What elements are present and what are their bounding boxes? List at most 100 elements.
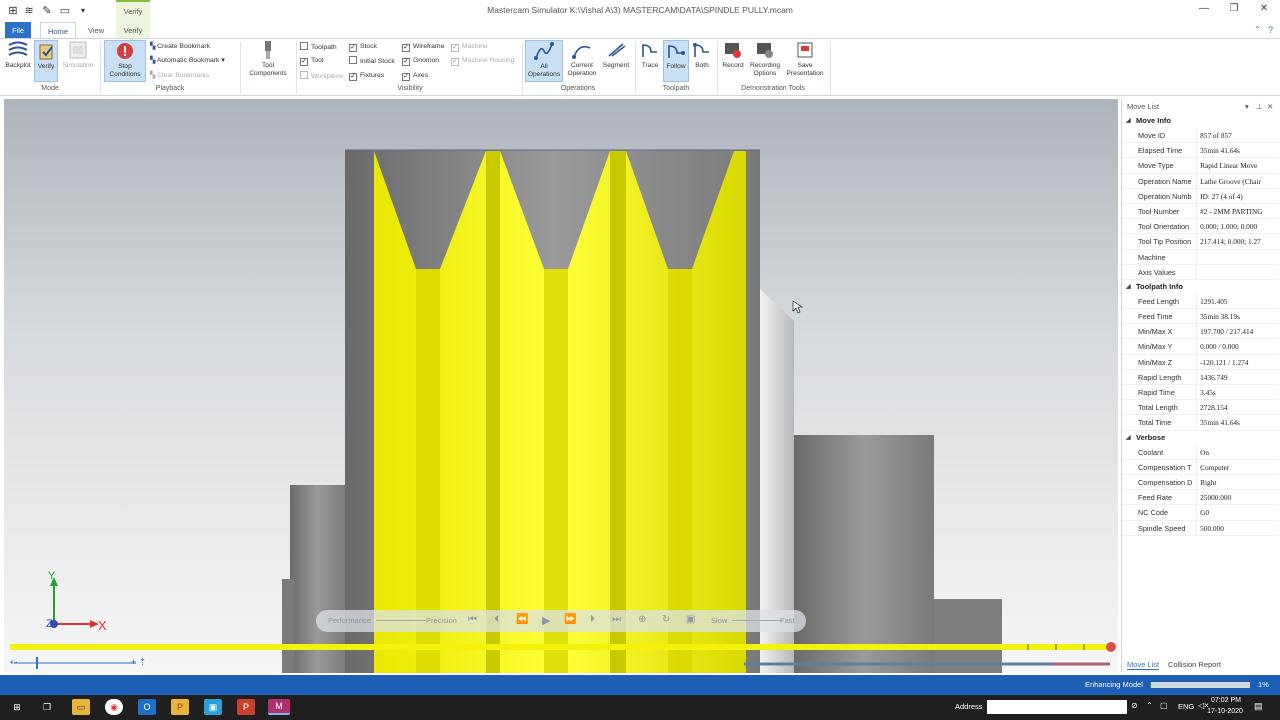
property-row[interactable]: Min/Max X 197.700 / 217.414 <box>1122 324 1279 340</box>
rewind-icon[interactable]: ⏪ <box>516 614 528 625</box>
step-forward-icon[interactable]: ⏵ <box>590 614 595 625</box>
recording-options-button[interactable]: Recording Options <box>747 40 783 82</box>
property-row[interactable]: Operation Numb ID: 27 (4 of 4) <box>1122 188 1279 204</box>
skip-to-start-icon[interactable]: ⏮ <box>468 614 477 625</box>
property-row[interactable]: Tool Tip Position 217.414; 0.000; 1.27 <box>1122 234 1279 250</box>
step-back-icon[interactable]: ⏴ <box>494 614 499 625</box>
network-icon[interactable]: ▢ <box>1160 701 1168 710</box>
toolpath-checkbox[interactable]: Toolpath <box>300 42 337 52</box>
outlook-icon[interactable]: O <box>138 699 156 715</box>
section-move-info[interactable]: Move Info <box>1122 114 1279 128</box>
tab-collision-report[interactable]: Collision Report <box>1168 660 1221 669</box>
panel-dropdown-icon[interactable]: ▾ <box>1245 100 1249 114</box>
property-row[interactable]: Spindle Speed 500.000 <box>1122 520 1279 536</box>
property-row[interactable]: Machine <box>1122 249 1279 265</box>
fixtures-checkbox[interactable]: ✓ Fixtures <box>349 71 384 81</box>
clear-bookmarks-button[interactable]: ▚ Clear Bookmarks <box>150 71 209 81</box>
play-icon[interactable]: ▶ <box>542 614 550 627</box>
address-go-icon[interactable]: ⊘ <box>1131 701 1138 710</box>
add-bookmark-icon[interactable]: ⊕ <box>638 614 646 625</box>
tab-file[interactable]: File <box>5 22 31 38</box>
backplot-button[interactable]: Backplot <box>4 40 32 82</box>
language-indicator[interactable]: ENG <box>1178 702 1194 711</box>
address-input[interactable] <box>987 700 1127 714</box>
save-state-icon[interactable]: ▣ <box>686 614 695 625</box>
both-button[interactable]: Both <box>690 40 714 82</box>
panel-close-icon[interactable]: ✕ <box>1267 100 1273 114</box>
property-row[interactable]: Rapid Time 3.45s <box>1122 385 1279 401</box>
powerpoint-icon[interactable]: P <box>237 699 255 715</box>
follow-button[interactable]: Follow <box>663 40 689 82</box>
all-operations-button[interactable]: All Operations <box>525 40 563 82</box>
property-row[interactable]: NC Code G0 <box>1122 505 1279 521</box>
property-row[interactable]: Rapid Length 1436.749 <box>1122 369 1279 385</box>
property-row[interactable]: Compensation D Right <box>1122 474 1279 491</box>
property-row[interactable]: Feed Length 1291.405 <box>1122 293 1279 310</box>
trace-button[interactable]: Trace <box>638 40 662 82</box>
tab-move-list[interactable]: Move List <box>1127 660 1160 670</box>
stop-conditions-button[interactable]: Stop Conditions <box>104 40 146 82</box>
section-verbose[interactable]: Verbose <box>1122 431 1279 445</box>
wireframe-checkbox[interactable]: ✓ Wireframe <box>402 42 444 52</box>
property-row[interactable]: Tool Number #2 - 2MM PARTING <box>1122 203 1279 220</box>
section-toolpath-info[interactable]: Toolpath Info <box>1122 280 1279 294</box>
quality-slider[interactable] <box>376 620 426 621</box>
property-row[interactable]: Total Time 35min 41.64s <box>1122 415 1279 431</box>
tab-home[interactable]: Home <box>40 22 76 38</box>
fast-forward-icon[interactable]: ⏩ <box>564 614 576 625</box>
file-explorer-icon[interactable]: ▭ <box>72 699 90 715</box>
property-row[interactable]: Tool Orientation 0.000; 1.000; 0.000 <box>1122 219 1279 235</box>
tab-view[interactable]: View <box>82 22 110 38</box>
task-view-icon[interactable]: ❐ <box>38 699 56 715</box>
segment-button[interactable]: Segment <box>600 40 632 82</box>
save-presentation-button[interactable]: Save Presentation <box>784 40 826 82</box>
machine-housing-checkbox[interactable]: ✓ Machine Housing <box>451 56 515 66</box>
paint-icon[interactable]: P <box>171 699 189 715</box>
loop-icon[interactable]: ↻ <box>662 614 670 625</box>
property-row[interactable]: Feed Time 35min 38.19s <box>1122 309 1279 325</box>
photos-icon[interactable]: ▣ <box>204 699 222 715</box>
simulation-viewport[interactable] <box>4 99 1118 673</box>
workpiece-checkbox[interactable]: Workpiece <box>300 71 343 81</box>
property-row[interactable]: Coolant On <box>1122 444 1279 460</box>
verify-button[interactable]: Verify <box>34 40 58 82</box>
tab-verify[interactable]: Verify <box>116 22 150 38</box>
restore-icon[interactable]: ❐ <box>1224 3 1244 17</box>
gnomon-checkbox[interactable]: ✓ Gnomon <box>402 56 439 66</box>
zoom-slider[interactable]: ⇠ — + ⇡ <box>10 657 146 668</box>
speed-slider[interactable] <box>732 620 782 621</box>
tool-components-button[interactable]: Tool Components <box>244 40 292 82</box>
machine-checkbox[interactable]: ✓ Machine <box>451 42 488 52</box>
clock-time[interactable]: 07:02 PM <box>1206 697 1246 704</box>
property-row[interactable]: Feed Rate 25000.000 <box>1122 490 1279 506</box>
property-row[interactable]: Min/Max Y 0.000 / 0.000 <box>1122 339 1279 355</box>
simulation-button[interactable]: Simulation <box>60 40 96 82</box>
property-row[interactable]: Total Length 2728.154 <box>1122 400 1279 416</box>
notifications-icon[interactable]: ▤ <box>1254 701 1263 712</box>
tool-checkbox[interactable]: ✓ Tool <box>300 56 323 66</box>
property-row[interactable]: Operation Name Lathe Groove (Chair <box>1122 173 1279 189</box>
automatic-bookmark-button[interactable]: ▚ Automatic Bookmark ▾ <box>150 56 225 66</box>
tray-expand-icon[interactable]: ⌃ <box>1146 701 1153 710</box>
chrome-icon[interactable]: ◉ <box>105 699 123 715</box>
property-row[interactable]: Compensation T Computer <box>1122 459 1279 475</box>
start-icon[interactable]: ⊞ <box>8 699 26 715</box>
property-row[interactable]: Move ID 857 of 857 <box>1122 128 1279 144</box>
property-row[interactable]: Axis Values <box>1122 264 1279 280</box>
property-row[interactable]: Move Type Rapid Linear Move <box>1122 158 1279 174</box>
close-icon[interactable]: ✕ <box>1254 3 1274 17</box>
create-bookmark-button[interactable]: ▚ Create Bookmark <box>150 42 210 52</box>
minimize-icon[interactable]: — <box>1194 3 1214 17</box>
stock-checkbox[interactable]: ✓ Stock <box>349 42 377 52</box>
skip-to-end-icon[interactable]: ⏭ <box>612 614 621 625</box>
ribbon-collapse-icon[interactable]: ⌃ <box>1254 25 1261 34</box>
record-button[interactable]: Record <box>720 40 746 82</box>
pin-icon[interactable]: ⊥ <box>1256 100 1263 114</box>
initial-stock-checkbox[interactable]: Initial Stock <box>349 56 395 66</box>
clock-date[interactable]: 17-10-2020 <box>1202 708 1248 715</box>
axes-checkbox[interactable]: ✓ Axes <box>402 71 428 81</box>
property-row[interactable]: Min/Max Z -120.121 / 1.274 <box>1122 354 1279 370</box>
current-operation-button[interactable]: Current Operation <box>564 40 600 82</box>
help-icon[interactable]: ? <box>1268 25 1273 35</box>
property-row[interactable]: Elapsed Time 35min 41.64s <box>1122 143 1279 159</box>
